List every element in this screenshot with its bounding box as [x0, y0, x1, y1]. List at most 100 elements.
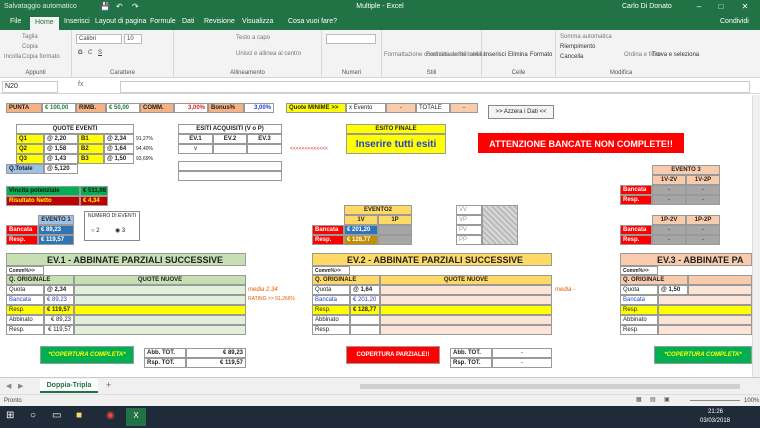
ev2-resp-row [380, 305, 552, 315]
close-icon[interactable]: ✕ [738, 2, 752, 14]
fill-button[interactable]: Riempimento [560, 44, 595, 50]
merge-center-button[interactable]: Unisci e allinea al centro [236, 51, 301, 57]
copy-button[interactable]: Copia [22, 44, 38, 50]
excel-taskbar-icon[interactable]: X [126, 408, 146, 426]
esiti-ev3-input[interactable] [247, 144, 282, 154]
ev1-abb-tot-label: Abb. TOT. [144, 348, 186, 358]
bonus-value[interactable]: 3,00% [244, 103, 274, 113]
horizontal-scrollbar[interactable] [360, 384, 740, 389]
bold-icon[interactable]: G [78, 50, 83, 56]
underline-icon[interactable]: S [98, 50, 102, 56]
page-break-icon[interactable]: ▣ [664, 397, 670, 403]
chrome-icon[interactable]: ◉ [106, 411, 115, 421]
tell-me-search[interactable]: Cosa vuoi fare? [288, 18, 337, 25]
ev1-quota-value[interactable]: @ 2,34 [44, 285, 74, 295]
file-explorer-icon[interactable]: ■ [76, 411, 82, 421]
format-cells-button[interactable]: Formato [530, 52, 552, 58]
ev3-bancata-row[interactable] [658, 295, 752, 305]
ev3-copertura: *COPERTURA COMPLETA* [654, 346, 752, 364]
ev1-abbinato-row[interactable] [74, 315, 246, 325]
tab-file[interactable]: File [10, 18, 21, 25]
ev2-quote-row[interactable] [380, 285, 552, 295]
vertical-scrollbar[interactable] [752, 95, 760, 377]
prev-sheet-icon[interactable]: ◀ [6, 383, 11, 390]
autosum-button[interactable]: Somma automatica [560, 34, 612, 40]
esiti-ev1-input[interactable]: v [178, 144, 213, 154]
user-name[interactable]: Carlo Di Donato [622, 3, 672, 10]
fx-icon[interactable]: fx [78, 81, 83, 88]
ev2-abb-tot-label: Abb. TOT. [450, 348, 492, 358]
tab-visualizza[interactable]: Visualizza [242, 18, 273, 25]
ev3-quote-row[interactable] [688, 285, 752, 295]
b3-value[interactable]: @ 1,50 [104, 154, 134, 164]
ev3-abbinato-row[interactable] [658, 315, 752, 325]
paste-button[interactable]: Incolla [4, 54, 21, 60]
formula-input[interactable] [120, 81, 750, 93]
comm-value[interactable]: 3,00% [174, 103, 208, 113]
ev1-resp2-row[interactable] [74, 325, 246, 335]
radio-2[interactable]: ○ 2 [91, 228, 100, 234]
share-button[interactable]: Condividi [720, 18, 749, 25]
tab-home[interactable]: Home [30, 17, 59, 30]
minimize-icon[interactable]: – [692, 2, 706, 14]
worksheet[interactable]: PUNTA € 100,00 RIMB. € 50,00 COMM. 3,00%… [0, 95, 752, 377]
insert-cells-button[interactable]: Inserisci [484, 52, 506, 58]
tab-layout[interactable]: Layout di pagina [95, 18, 146, 25]
evento1-bancata-label: Bancata [6, 225, 38, 235]
font-family-select[interactable]: Calibri [76, 34, 122, 44]
maximize-icon[interactable]: □ [714, 2, 728, 14]
delete-cells-button[interactable]: Elimina [508, 52, 528, 58]
b2-value[interactable]: @ 1,64 [104, 144, 134, 154]
q3-value[interactable]: @ 1,43 [44, 154, 78, 164]
b1-value[interactable]: @ 2,34 [104, 134, 134, 144]
ev2-resp2-row[interactable] [380, 325, 552, 335]
normal-view-icon[interactable]: ▦ [636, 397, 642, 403]
punta-value[interactable]: € 100,00 [42, 103, 76, 113]
ev2-bancata-row[interactable] [380, 295, 552, 305]
font-size-select[interactable]: 10 [124, 34, 142, 44]
number-format-select[interactable] [326, 34, 376, 44]
tab-revisione[interactable]: Revisione [204, 18, 235, 25]
name-box[interactable]: N20 [2, 81, 58, 93]
q2-value[interactable]: @ 1,58 [44, 144, 78, 154]
q1-value[interactable]: @ 2,20 [44, 134, 78, 144]
wrap-text-button[interactable]: Testo a capo [236, 35, 270, 41]
azzera-dati-button[interactable]: >> Azzera i Dati << [488, 105, 554, 119]
ev3-quota-value[interactable]: @ 1,50 [658, 285, 688, 295]
ev1-quote-row[interactable] [74, 285, 246, 295]
cell-styles-button[interactable]: Stili cella [458, 52, 482, 58]
find-select-button[interactable]: Trova e seleziona [652, 52, 699, 58]
ev1-bancata-row[interactable] [74, 295, 246, 305]
radio-3[interactable]: ◉ 3 [115, 228, 125, 234]
cut-button[interactable]: Taglia [22, 34, 38, 40]
add-sheet-icon[interactable]: + [106, 381, 111, 390]
ev3-resp2-row[interactable] [658, 325, 752, 335]
clock-date[interactable]: 03/03/2018 [700, 418, 730, 424]
tab-inserisci[interactable]: Inserisci [64, 18, 90, 25]
group-allineamento: Testo a capo Unisci e allinea al centro … [174, 30, 322, 78]
sheet-tab-doppia-tripla[interactable]: Doppia-Tripla [40, 379, 98, 393]
zoom-slider[interactable] [690, 400, 740, 401]
tab-formule[interactable]: Formule [150, 18, 176, 25]
rimb-label: RIMB. [76, 103, 106, 113]
format-painter-button[interactable]: Copia formato [22, 54, 60, 60]
ev2-quota-value[interactable]: @ 1,64 [350, 285, 380, 295]
tab-dati[interactable]: Dati [182, 18, 194, 25]
ev2-abbinato-row[interactable] [380, 315, 552, 325]
clock-time[interactable]: 21:26 [708, 409, 723, 415]
zoom-level[interactable]: 100% [744, 398, 759, 404]
italic-icon[interactable]: C [88, 50, 92, 56]
risultato-label: Risultato Netto [6, 196, 80, 206]
evento2-resp-value: € 128,77 [344, 235, 378, 245]
clear-button[interactable]: Cancella [560, 54, 583, 60]
task-view-icon[interactable]: ▭ [52, 411, 61, 421]
page-layout-icon[interactable]: ▤ [650, 397, 656, 403]
evento3-cell: - [652, 195, 686, 205]
ribbon: Incolla Taglia Copia Copia formato Appun… [0, 30, 760, 78]
rimb-value[interactable]: € 50,00 [106, 103, 140, 113]
search-icon[interactable]: ○ [30, 411, 36, 421]
next-sheet-icon[interactable]: ▶ [18, 383, 23, 390]
esiti-ev2-input[interactable] [213, 144, 247, 154]
evento3-bancata-label: Bancata [620, 185, 652, 195]
windows-start-icon[interactable]: ⊞ [6, 411, 14, 421]
